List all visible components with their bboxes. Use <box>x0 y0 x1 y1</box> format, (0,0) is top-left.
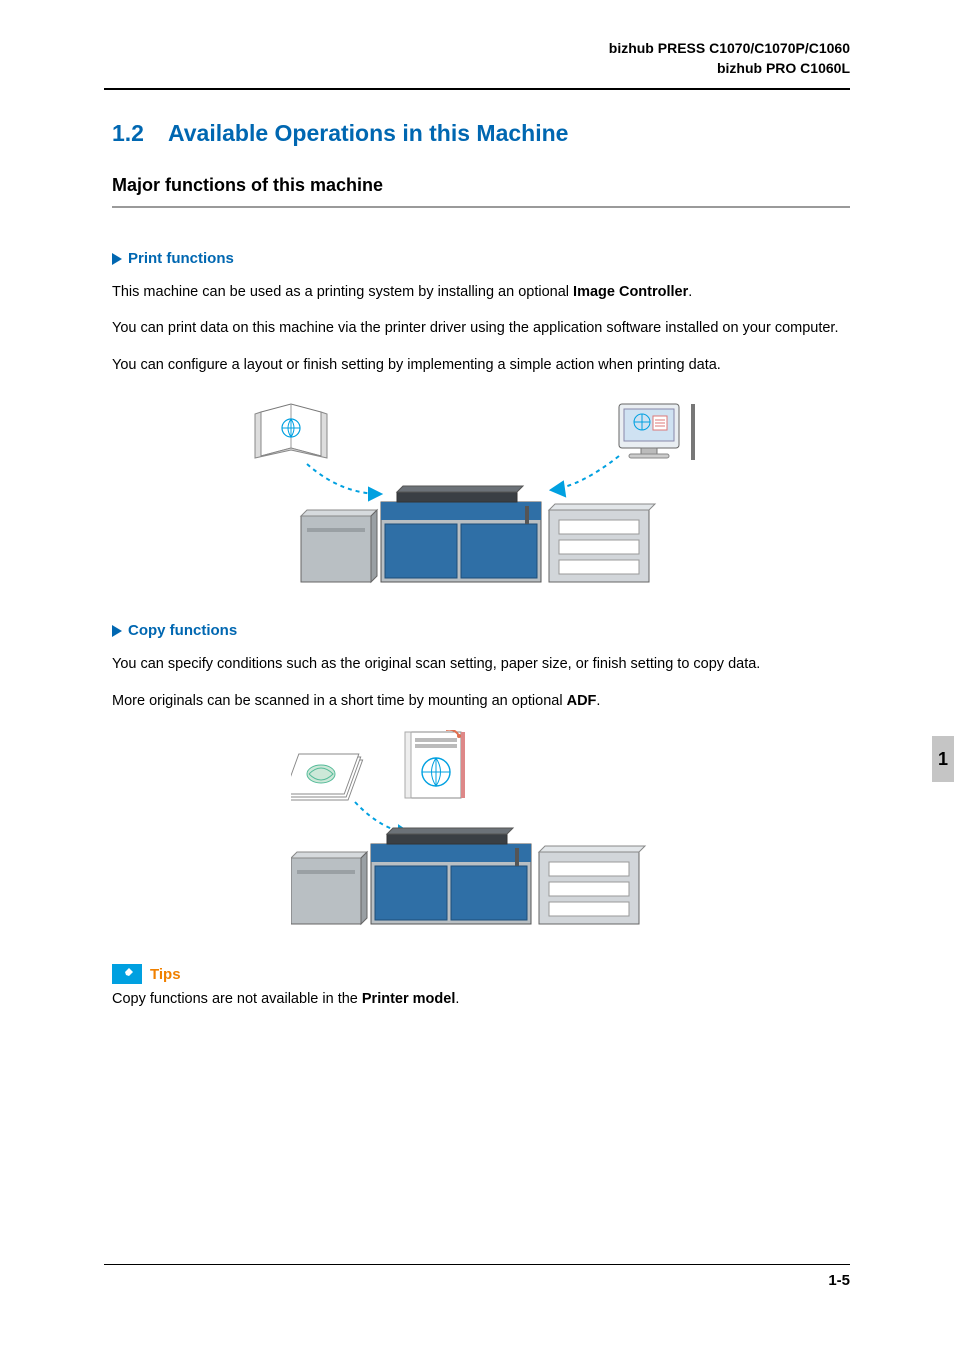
chapter-tab: 1 <box>932 736 954 782</box>
page-header: bizhub PRESS C1070/C1070P/C1060 bizhub P… <box>609 38 850 79</box>
tower-icon <box>691 404 695 460</box>
print-para-3: You can configure a layout or finish set… <box>112 354 850 376</box>
print-heading-row: Print functions <box>112 250 850 267</box>
main-content: 1.2Available Operations in this Machine … <box>112 120 850 1011</box>
tips-row: Tips <box>112 964 850 984</box>
copy-heading: Copy functions <box>128 622 237 639</box>
copy-figure <box>112 730 850 940</box>
triangle-icon <box>112 253 122 265</box>
header-line-2: bizhub PRO C1060L <box>609 58 850 78</box>
copy-para-1: You can specify conditions such as the o… <box>112 653 850 675</box>
tips-label: Tips <box>150 966 181 983</box>
header-rule <box>104 88 850 90</box>
copy-heading-row: Copy functions <box>112 622 850 639</box>
subsection-heading: Major functions of this machine <box>112 175 850 196</box>
pushpin-icon <box>112 964 142 984</box>
print-para-1: This machine can be used as a printing s… <box>112 281 850 303</box>
triangle-icon <box>112 625 122 637</box>
print-illustration <box>241 394 721 592</box>
print-para-2: You can print data on this machine via t… <box>112 317 850 339</box>
subsection-rule <box>112 206 850 208</box>
print-heading: Print functions <box>128 250 234 267</box>
tips-text: Copy functions are not available in the … <box>112 988 850 1010</box>
section-heading: 1.2 Available Operations in this Machine <box>112 120 850 147</box>
section-number: 1.2 <box>112 120 144 147</box>
copy-para-2: More originals can be scanned in a short… <box>112 690 850 712</box>
section-title: Available Operations in this Machine <box>168 120 568 146</box>
copy-illustration <box>291 730 671 940</box>
footer-rule <box>104 1264 850 1266</box>
print-figure <box>112 394 850 592</box>
header-line-1: bizhub PRESS C1070/C1070P/C1060 <box>609 38 850 58</box>
page-number: 1-5 <box>828 1272 850 1289</box>
